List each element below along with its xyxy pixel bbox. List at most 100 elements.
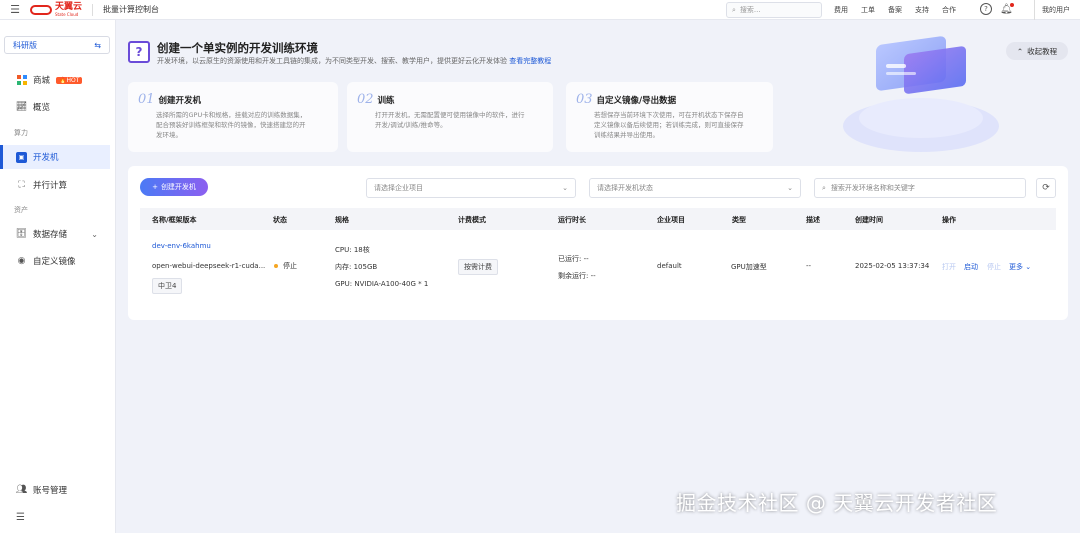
watermark: 掘金技术社区 @ 天翼云开发者社区: [676, 491, 998, 515]
sidebar-item-label: 并行计算: [33, 181, 68, 191]
status-badge: 停止: [274, 261, 297, 271]
step-card-export: 03 自定义镜像/导出数据 若想保存当前环境下次使用，可在开机状态下保存自 定义镜像…: [566, 82, 773, 152]
top-link-support[interactable]: 支持: [915, 5, 942, 15]
devmachine-search-input[interactable]: ⌕ 搜索开发环境名称和关键字: [814, 178, 1026, 198]
chevron-up-icon: ⌃: [1016, 46, 1024, 56]
chart-icon: 📈︎: [15, 102, 28, 112]
storage-icon: 🗄︎: [15, 229, 28, 239]
project-value: default: [657, 262, 682, 270]
sidebar-item-label: 概览: [33, 103, 51, 113]
sidebar-group-assets: 资产: [14, 206, 28, 214]
logo[interactable]: 天翼云 State Cloud: [30, 2, 94, 17]
plus-icon: +: [152, 183, 158, 191]
col-status: 状态: [273, 216, 287, 224]
status-select[interactable]: 请选择开发机状态 ⌄: [589, 178, 801, 198]
type-value: GPU加速型: [731, 263, 767, 271]
sidebar-item-account[interactable]: 👥︎ 账号管理: [0, 478, 110, 502]
billing-tag: 按需计费: [458, 259, 498, 275]
logo-text: 天翼云: [55, 2, 83, 12]
banner-illustration: [843, 36, 999, 152]
top-link-tickets[interactable]: 工单: [861, 5, 888, 15]
col-created: 创建时间: [855, 216, 883, 224]
chevron-down-icon: ⌄: [91, 229, 98, 239]
sidebar-item-label: 数据存储: [33, 230, 68, 240]
run-time: 已运行: --: [558, 255, 589, 263]
top-link-icp[interactable]: 备案: [888, 5, 915, 15]
step-number: 01: [138, 92, 155, 107]
sidebar-item-storage[interactable]: 🗄︎ 数据存储 ⌄: [0, 222, 110, 246]
col-type: 类型: [732, 216, 746, 224]
open-button[interactable]: 打开: [942, 262, 956, 272]
description-value: --: [806, 262, 812, 270]
step-title: 自定义镜像/导出数据: [596, 96, 677, 106]
bell-icon[interactable]: 🔔︎: [1000, 2, 1014, 15]
menu-icon[interactable]: ☰: [0, 0, 30, 20]
col-billing: 计费模式: [458, 216, 486, 224]
stop-button[interactable]: 停止: [987, 262, 1001, 272]
step-title: 创建开发机: [158, 96, 202, 106]
sidebar-item-custom-image[interactable]: ◉ 自定义镜像: [0, 249, 110, 273]
sidebar-item-label: 商城: [33, 76, 51, 86]
collapse-sidebar-icon[interactable]: ☰: [16, 512, 25, 523]
cloud-logo-icon: [30, 4, 52, 15]
col-spec: 规格: [335, 216, 349, 224]
col-name: 名称/框架版本: [152, 216, 197, 224]
collapse-tutorial-button[interactable]: ⌃ 收起教程: [1006, 42, 1068, 60]
sidebar-item-store[interactable]: 商城 🔥HOT: [0, 68, 110, 92]
remaining-time: 剩余运行: --: [558, 272, 596, 280]
step-card-create: 01 创建开发机 选择所需的GPU卡和规格，挂载对应的训练数据集， 配合预装好训练框…: [128, 82, 338, 152]
top-link-partner[interactable]: 合作: [942, 5, 969, 15]
top-links: 费用 工单 备案 支持 合作: [834, 0, 969, 20]
help-icon[interactable]: ?: [980, 3, 992, 15]
step-number: 02: [357, 92, 374, 107]
image-icon: ◉: [17, 256, 26, 266]
edition-label: 科研版: [13, 40, 37, 50]
project-select[interactable]: 请选择企业项目 ⌄: [366, 178, 576, 198]
step-title: 训练: [377, 96, 395, 106]
start-button[interactable]: 启动: [964, 262, 978, 272]
step-description: 打开开发机，无需配置便可使用镜像中的软件，进行 开发/调试/训练/推命等。: [375, 111, 525, 129]
sidebar-item-label: 开发机: [33, 153, 59, 163]
status-dot: [274, 264, 278, 268]
sidebar-item-overview[interactable]: 📈︎ 概览: [0, 95, 110, 119]
users-icon: 👥︎: [15, 485, 28, 495]
spec-memory: 内存: 105GB: [335, 263, 378, 271]
global-search-input[interactable]: ⌕ 搜索...: [726, 2, 822, 18]
image-name: open-webui-deepseek-r1-cuda...: [152, 262, 266, 270]
banner-description: 开发环境，以云原生的资源使用和开发工具链的集成，为不同类型开发、搜索、教学用户，…: [157, 57, 552, 65]
create-devmachine-button[interactable]: + 创建开发机: [140, 178, 208, 196]
sidebar-item-parallel[interactable]: ⛶ 并行计算: [0, 173, 110, 197]
more-dropdown[interactable]: 更多 ⌄: [1009, 262, 1031, 272]
sidebar-group-compute: 算力: [14, 129, 28, 137]
col-ops: 操作: [942, 216, 956, 224]
sidebar: 科研版 ⇆ 商城 🔥HOT 📈︎ 概览 算力 ▣ 开发机 ⛶ 并行计算 资产 🗄…: [0, 20, 116, 533]
switch-icon: ⇆: [94, 40, 101, 50]
table-header: 名称/框架版本 状态 规格 计费模式 运行时长 企业项目 类型 描述 创建时间 …: [140, 208, 1056, 230]
spec-cpu: CPU: 18核: [335, 246, 370, 254]
refresh-icon[interactable]: ⟳: [1036, 178, 1056, 198]
hot-badge: 🔥HOT: [56, 76, 83, 84]
top-bar: ☰ 天翼云 State Cloud 批量计算控制台 ⌕ 搜索... 费用 工单 …: [0, 0, 1080, 20]
col-desc: 描述: [806, 216, 820, 224]
sidebar-item-devmachine[interactable]: ▣ 开发机: [0, 145, 110, 169]
cluster-icon: ⛶: [18, 180, 25, 190]
edition-switcher[interactable]: 科研版 ⇆: [4, 36, 110, 54]
sidebar-item-label: 自定义镜像: [33, 257, 76, 267]
grid-icon: [16, 75, 27, 86]
step-description: 选择所需的GPU卡和规格，挂载对应的训练数据集， 配合预装好训练框架和软件的镜像，…: [156, 111, 307, 139]
search-icon: ⌕: [822, 183, 826, 192]
step-card-train: 02 训练 打开开发机，无需配置便可使用镜像中的软件，进行 开发/调试/训练/推命等…: [347, 82, 553, 152]
banner-title: 创建一个单实例的开发训练环境: [157, 41, 318, 55]
search-icon: ⌕: [732, 5, 736, 14]
col-project: 企业项目: [657, 216, 685, 224]
top-link-fees[interactable]: 费用: [834, 5, 861, 15]
step-number: 03: [576, 92, 593, 107]
tutorial-link[interactable]: 查看完整教程: [509, 57, 551, 65]
user-menu[interactable]: 我的用户: [1034, 0, 1070, 20]
devmachine-name-link[interactable]: dev-env-6kahmu: [152, 242, 211, 250]
chevron-down-icon: ⌄: [787, 184, 793, 192]
top-icons: ? 🔔︎: [980, 2, 1014, 15]
chevron-down-icon: ⌄: [1025, 263, 1032, 271]
region-tag: 中卫4: [152, 278, 183, 294]
step-description: 若想保存当前环境下次使用，可在开机状态下保存自 定义镜像以备后续使用；若训练完成，…: [594, 111, 744, 139]
